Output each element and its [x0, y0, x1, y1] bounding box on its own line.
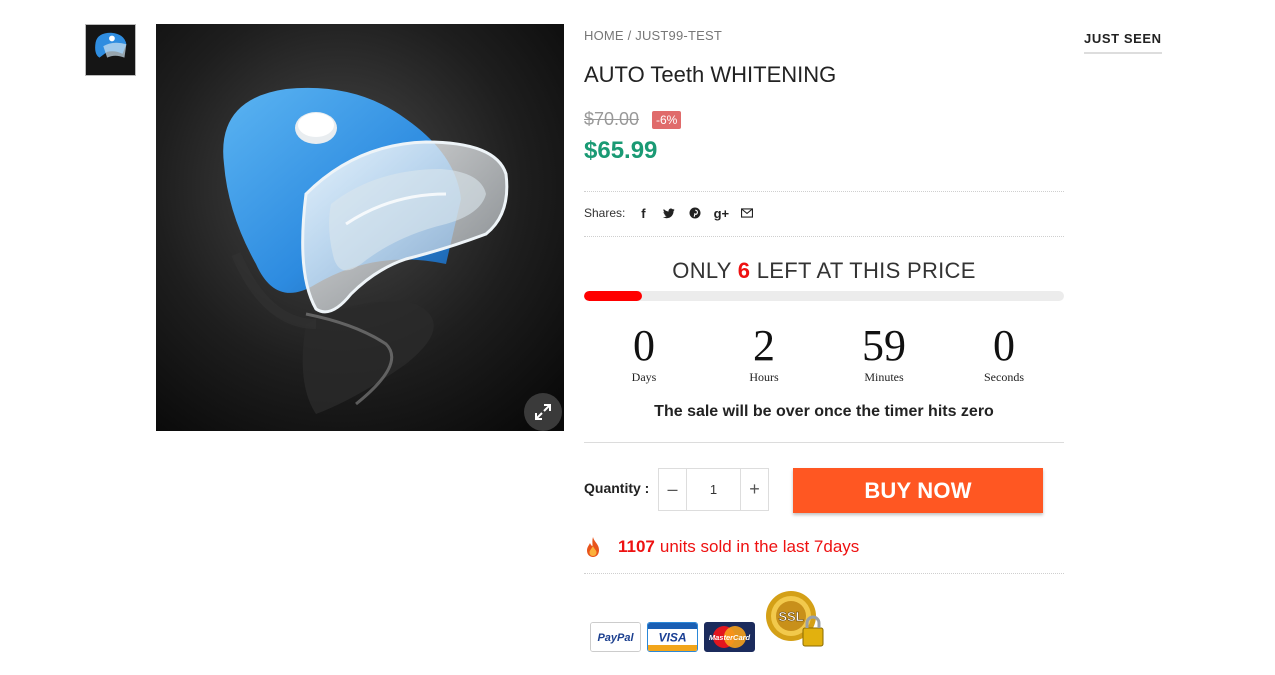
breadcrumb-current[interactable]: JUST99-TEST	[635, 28, 722, 43]
teeth-whitening-device-image	[156, 24, 564, 431]
stock-count: 6	[737, 258, 751, 283]
original-price: $70.00	[584, 109, 640, 129]
expand-icon	[535, 404, 551, 420]
pinterest-icon[interactable]	[689, 206, 701, 220]
just-seen-heading: JUST SEEN	[1084, 31, 1162, 54]
seconds-value: 0	[993, 321, 1015, 370]
units-sold-text: units sold in the last 7days	[659, 537, 860, 556]
payment-badges: PayPal VISA MasterCard SSL	[590, 590, 827, 652]
units-sold-notice: 1107 units sold in the last 7days	[584, 536, 859, 558]
divider	[584, 236, 1064, 237]
minutes-value: 59	[862, 321, 906, 370]
days-value: 0	[633, 321, 655, 370]
facebook-icon[interactable]: f	[637, 206, 649, 221]
ssl-text: SSL	[778, 609, 803, 624]
stock-progress-bar	[584, 291, 1064, 301]
sale-timer-note: The sale will be over once the timer hit…	[654, 403, 994, 420]
sale-price: $65.99	[584, 137, 658, 164]
stock-progress-fill	[584, 291, 642, 301]
minutes-label: Minutes	[864, 370, 904, 384]
expand-image-button[interactable]	[524, 393, 562, 431]
countdown-days: 0 Days	[584, 322, 704, 385]
days-label: Days	[631, 370, 657, 384]
divider	[584, 573, 1064, 574]
product-title: AUTO Teeth WHITENING	[584, 62, 837, 87]
hours-value: 2	[753, 321, 775, 370]
countdown-seconds: 0 Seconds	[944, 322, 1064, 385]
thumbnail-image	[86, 25, 135, 75]
twitter-icon[interactable]	[663, 206, 675, 220]
countdown-hours: 2 Hours	[704, 322, 824, 385]
paypal-badge: PayPal	[590, 622, 641, 652]
share-bar: Shares: f g+	[584, 206, 767, 221]
stock-prefix: ONLY	[672, 258, 738, 283]
breadcrumb-separator: /	[623, 28, 636, 43]
paypal-text: PayPal	[597, 632, 634, 644]
visa-text: VISA	[658, 631, 686, 645]
discount-badge: -6%	[652, 111, 682, 129]
product-thumbnail[interactable]	[85, 24, 136, 76]
divider	[584, 191, 1064, 192]
fire-icon	[587, 537, 599, 557]
buy-now-button[interactable]: BUY NOW	[793, 468, 1043, 513]
mastercard-text: MasterCard	[709, 633, 751, 642]
hours-label: Hours	[749, 370, 779, 384]
shares-label: Shares:	[584, 206, 626, 220]
quantity-label: Quantity :	[584, 480, 650, 496]
ssl-secure-badge: SSL	[766, 591, 824, 647]
google-plus-icon[interactable]: g+	[714, 206, 730, 221]
main-product-image[interactable]	[156, 24, 564, 431]
breadcrumb: HOME / JUST99-TEST	[584, 28, 722, 43]
quantity-stepper: – +	[658, 468, 769, 511]
quantity-input[interactable]	[687, 469, 740, 510]
units-sold-count: 1107	[618, 537, 655, 556]
stock-remaining-text: ONLY 6 LEFT AT THIS PRICE	[584, 258, 1064, 284]
quantity-decrease-button[interactable]: –	[659, 469, 687, 510]
quantity-increase-button[interactable]: +	[740, 469, 768, 510]
breadcrumb-home-link[interactable]: HOME	[584, 28, 624, 43]
divider	[584, 442, 1064, 443]
countdown-minutes: 59 Minutes	[824, 322, 944, 385]
stock-suffix: LEFT AT THIS PRICE	[750, 258, 976, 283]
countdown-timer: 0 Days 2 Hours 59 Minutes 0 Seconds	[584, 322, 1064, 385]
visa-badge: VISA	[647, 622, 698, 652]
seconds-label: Seconds	[984, 370, 1024, 384]
mastercard-badge: MasterCard	[704, 622, 755, 652]
email-icon[interactable]	[741, 206, 754, 220]
